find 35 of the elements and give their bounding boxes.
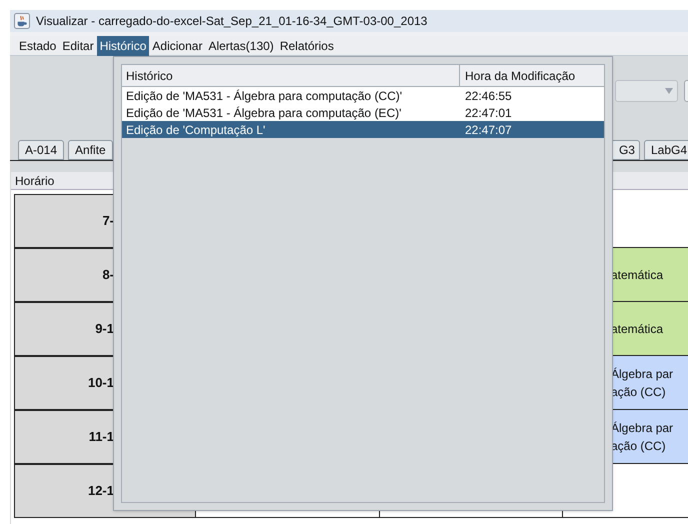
- time-label: 12-1: [88, 482, 114, 500]
- menu-item[interactable]: Estado: [16, 36, 60, 56]
- time-text: 22:46:55: [464, 88, 512, 104]
- change-text: Edição de 'MA531 - Álgebra para computação (CC)': [125, 88, 404, 104]
- time-text: 22:47:01: [464, 104, 512, 122]
- menu-item[interactable]: Adicionar: [149, 36, 206, 56]
- time-label: 11-1: [88, 428, 114, 446]
- window-title: Visualizar - carregado-do-excel-Sat_Sep_21_01-16-34_GMT-03-00_2013: [36, 13, 428, 30]
- menu-item[interactable]: Relatórios: [276, 36, 337, 56]
- change-text: Edição de 'Computação L': [125, 122, 266, 138]
- class-label: atemática: [611, 266, 664, 284]
- change-text: Edição de 'MA531 - Álgebra para computação (EC)': [125, 104, 402, 122]
- history-row[interactable]: Edição de 'MA531 - Álgebra para computação (CC)' 22:46:55: [122, 87, 604, 104]
- column-header: Horário: [14, 172, 54, 190]
- column-header: Hora da Modificação: [464, 68, 576, 84]
- time-text: 22:47:07: [464, 122, 512, 138]
- menu-item[interactable]: Histórico: [96, 36, 150, 56]
- menu-item[interactable]: Alertas(130): [205, 36, 277, 56]
- history-row[interactable]: Edição de 'Computação L' 22:47:07: [122, 121, 604, 138]
- history-row[interactable]: Edição de 'MA531 - Álgebra para computação (EC)' 22:47:01: [122, 104, 604, 121]
- column-header: Histórico: [122, 65, 460, 86]
- class-label: Álgebra par: [611, 420, 674, 436]
- room-tab[interactable]: LabG4: [644, 140, 688, 160]
- dropdown-field[interactable]: [615, 80, 678, 102]
- time-label: 10-1: [88, 374, 114, 392]
- menu-item[interactable]: Editar: [59, 36, 97, 56]
- caret-icon: [665, 88, 673, 94]
- class-label: atemática: [611, 320, 664, 338]
- room-tab[interactable]: Anfite: [68, 140, 113, 160]
- time-label: 7-: [102, 212, 114, 230]
- room-tab[interactable]: A-014: [18, 140, 64, 160]
- class-label: Álgebra par: [611, 366, 674, 382]
- time-label: 8-: [102, 266, 114, 284]
- time-label: 9-1: [95, 320, 114, 338]
- java-cup-icon: [14, 13, 30, 29]
